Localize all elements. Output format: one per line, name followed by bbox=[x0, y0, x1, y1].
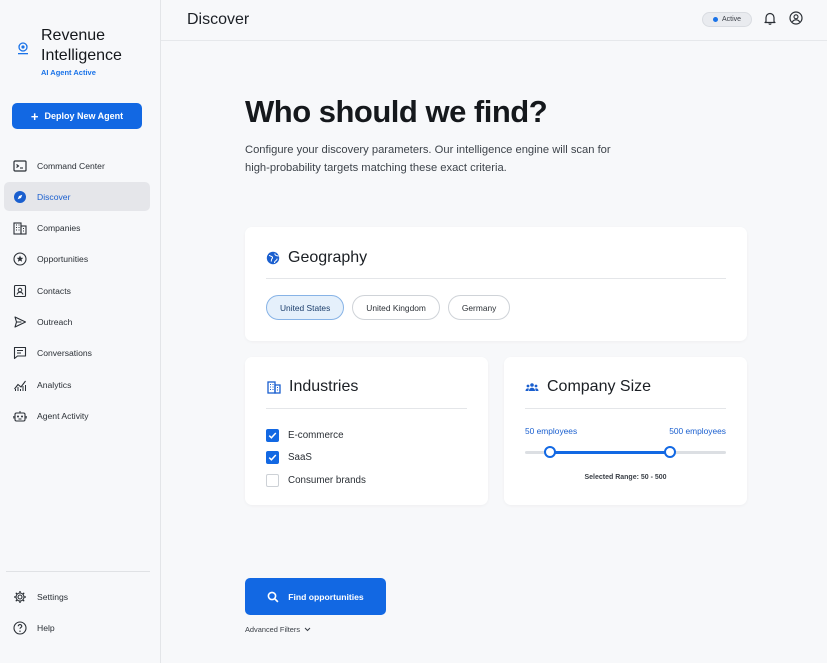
geography-options: United States United Kingdom Germany bbox=[266, 295, 511, 320]
industries-divider bbox=[266, 408, 467, 409]
geo-chip-germany[interactable]: Germany bbox=[447, 295, 511, 320]
gear-icon bbox=[13, 590, 27, 604]
range-slider-min-handle[interactable] bbox=[544, 446, 557, 458]
plus-icon: + bbox=[30, 108, 39, 124]
industry-option-label: E-commerce bbox=[288, 429, 344, 441]
selected-range-caption: Selected Range: 50 - 500 bbox=[584, 474, 667, 481]
hero-title: Who should we find? bbox=[245, 94, 548, 129]
deploy-button-label: Deploy New Agent bbox=[44, 111, 124, 121]
geography-card: Geography United States United Kingdom G… bbox=[245, 227, 747, 341]
sidebar-item-label: Conversations bbox=[37, 348, 92, 359]
sidebar-item-label: Opportunities bbox=[37, 254, 89, 265]
sidebar-item-conversations[interactable]: Conversations bbox=[4, 339, 150, 368]
group-icon bbox=[525, 383, 539, 391]
check-icon bbox=[268, 454, 277, 462]
deploy-new-agent-button[interactable]: + Deploy New Agent bbox=[12, 103, 142, 129]
industry-option-saas[interactable]: SaaS bbox=[266, 447, 366, 470]
brand: Revenue Intelligence AI Agent Active bbox=[14, 26, 122, 77]
sidebar-item-settings[interactable]: Settings bbox=[4, 582, 150, 611]
industry-option-consumer-brands[interactable]: Consumer brands bbox=[266, 469, 366, 492]
sidebar-divider bbox=[6, 571, 150, 572]
sidebar-item-label: Help bbox=[37, 622, 55, 633]
chat-icon bbox=[13, 346, 27, 360]
brand-title-line1: Revenue bbox=[41, 27, 106, 44]
star-icon bbox=[13, 252, 27, 266]
chevron-down-icon bbox=[304, 627, 311, 632]
geo-chip-united-states[interactable]: United States bbox=[266, 295, 345, 320]
company-size-title: Company Size bbox=[547, 378, 652, 395]
industry-option-label: SaaS bbox=[288, 452, 312, 464]
range-min-label: 50 employees bbox=[525, 426, 578, 436]
industries-card: Industries E-commerce SaaS Consumer bran… bbox=[245, 357, 488, 505]
sidebar-bottom-nav: Settings Help bbox=[4, 582, 150, 645]
brand-subtitle: AI Agent Active bbox=[41, 68, 96, 77]
sidebar-item-label: Discover bbox=[37, 191, 71, 202]
company-size-divider bbox=[525, 408, 726, 409]
sidebar-item-label: Companies bbox=[37, 223, 81, 234]
status-badge: Active bbox=[702, 12, 752, 27]
geography-divider bbox=[266, 278, 726, 279]
sidebar-item-discover[interactable]: Discover bbox=[4, 182, 150, 212]
geo-chip-united-kingdom[interactable]: United Kingdom bbox=[352, 295, 440, 320]
range-slider-max-handle[interactable] bbox=[663, 446, 676, 458]
status-badge-label: Active bbox=[721, 16, 742, 23]
brand-title-line2: Intelligence bbox=[41, 47, 122, 64]
sidebar-item-label: Settings bbox=[37, 591, 69, 602]
sidebar-item-analytics[interactable]: Analytics bbox=[4, 370, 150, 399]
industry-option-label: Consumer brands bbox=[288, 474, 366, 486]
globe-icon bbox=[266, 251, 280, 265]
sidebar-item-label: Outreach bbox=[37, 316, 73, 327]
sidebar-nav: Command Center Discover Companies Opport… bbox=[4, 151, 150, 433]
sidebar-item-outreach[interactable]: Outreach bbox=[4, 307, 150, 336]
contact-card-icon bbox=[13, 284, 27, 298]
sidebar-item-agent-activity[interactable]: Agent Activity bbox=[4, 401, 150, 430]
range-max-label: 500 employees bbox=[669, 426, 726, 436]
chart-icon bbox=[13, 378, 27, 392]
page-title: Discover bbox=[187, 11, 250, 28]
advanced-filters-label: Advanced Filters bbox=[245, 625, 301, 634]
sidebar-item-companies[interactable]: Companies bbox=[4, 214, 150, 243]
find-button-label: Find opportunities bbox=[288, 591, 364, 602]
sidebar-item-label: Contacts bbox=[37, 285, 71, 296]
range-slider-fill bbox=[550, 451, 670, 454]
industries-title: Industries bbox=[289, 378, 359, 395]
sidebar-item-opportunities[interactable]: Opportunities bbox=[4, 245, 150, 274]
building-icon bbox=[267, 381, 281, 394]
sidebar-item-help[interactable]: Help bbox=[4, 613, 150, 642]
range-slider-track[interactable] bbox=[525, 446, 726, 458]
sidebar-item-contacts[interactable]: Contacts bbox=[4, 276, 150, 305]
help-icon bbox=[13, 621, 27, 635]
check-icon bbox=[268, 432, 277, 439]
send-icon bbox=[13, 315, 27, 329]
hero-description: Configure your discovery parameters. Our… bbox=[245, 144, 611, 174]
checkbox-checked[interactable] bbox=[266, 428, 279, 442]
find-opportunities-button[interactable]: Find opportunities bbox=[245, 578, 386, 615]
sidebar-item-label: Agent Activity bbox=[37, 410, 89, 421]
checkbox-checked[interactable] bbox=[266, 451, 279, 465]
brand-logo-icon bbox=[18, 42, 28, 55]
bell-icon[interactable] bbox=[763, 11, 777, 25]
building-icon bbox=[13, 221, 27, 235]
geography-title: Geography bbox=[288, 249, 368, 266]
sidebar-item-command-center[interactable]: Command Center bbox=[4, 151, 150, 180]
advanced-filters-toggle[interactable]: Advanced Filters bbox=[245, 625, 311, 634]
company-size-card: Company Size 50 employees 500 employees … bbox=[504, 357, 747, 505]
terminal-icon bbox=[13, 159, 27, 173]
sidebar: Revenue Intelligence AI Agent Active + D… bbox=[0, 0, 161, 663]
compass-icon bbox=[13, 190, 27, 204]
search-icon bbox=[267, 591, 279, 603]
top-header: Discover Active bbox=[161, 0, 827, 41]
robot-icon bbox=[13, 409, 27, 423]
sidebar-item-label: Command Center bbox=[37, 160, 105, 171]
account-icon[interactable] bbox=[789, 11, 803, 25]
sidebar-item-label: Analytics bbox=[37, 379, 72, 390]
industries-options: E-commerce SaaS Consumer brands bbox=[266, 424, 366, 492]
status-dot-icon bbox=[712, 17, 718, 22]
checkbox-unchecked[interactable] bbox=[266, 473, 279, 487]
industry-option-ecommerce[interactable]: E-commerce bbox=[266, 424, 366, 447]
